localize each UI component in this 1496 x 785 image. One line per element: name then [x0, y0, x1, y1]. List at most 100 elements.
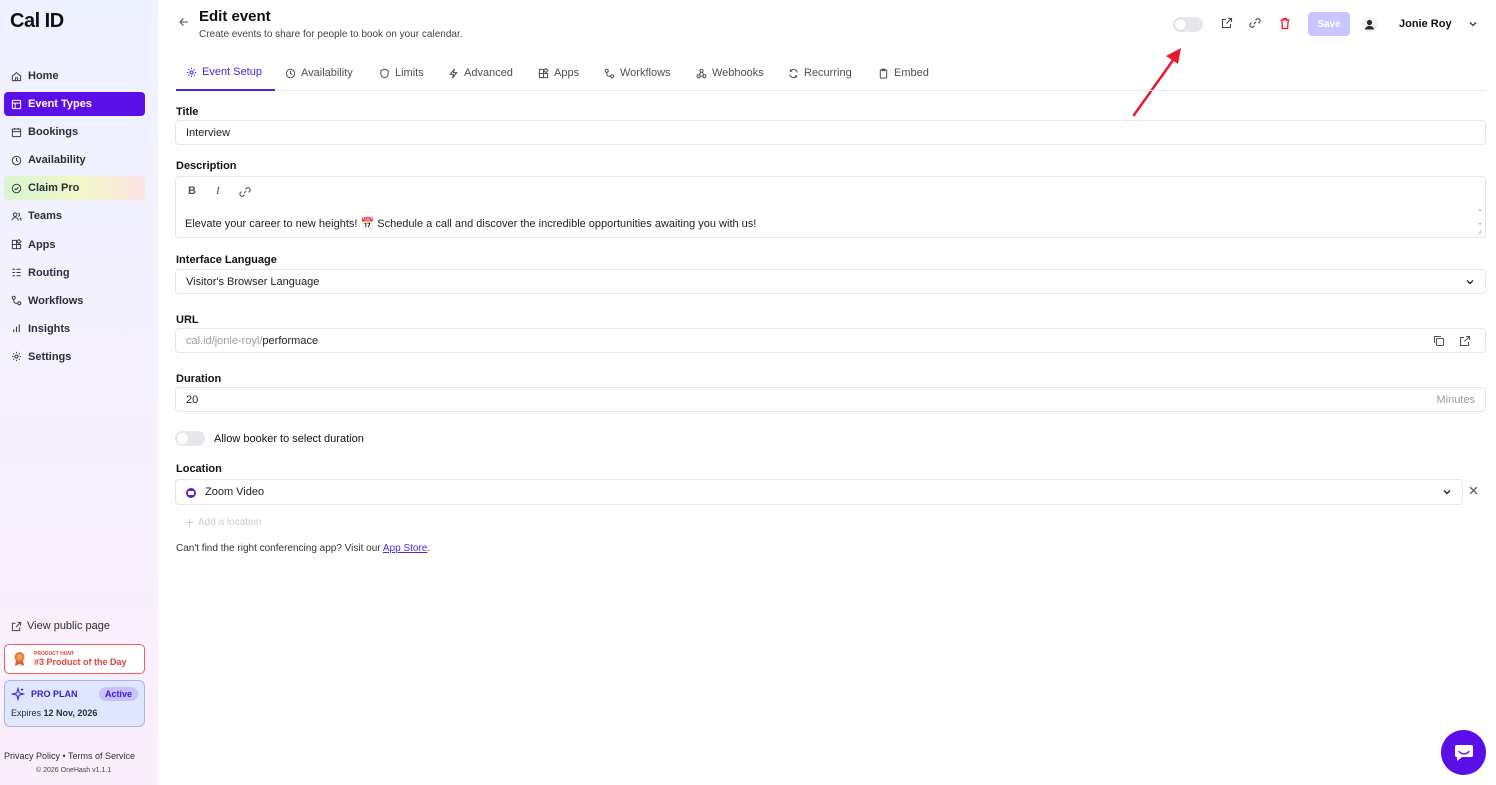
- location-value: Zoom Video: [205, 486, 265, 498]
- workflow-icon: [604, 68, 615, 78]
- zoom-icon: [186, 488, 196, 498]
- tab-availability[interactable]: Availability: [285, 55, 353, 91]
- sidebar-item-insights[interactable]: Insights: [4, 317, 145, 341]
- url-slug[interactable]: performace: [262, 335, 318, 347]
- sidebar-item-label: Teams: [28, 210, 63, 223]
- hidden-toggle[interactable]: [1173, 17, 1203, 32]
- duration-input[interactable]: [186, 388, 1485, 411]
- close-icon[interactable]: [1468, 485, 1479, 496]
- user-name[interactable]: Jonie Roy: [1399, 18, 1452, 30]
- tab-apps[interactable]: Apps: [538, 55, 579, 91]
- view-public-page-link[interactable]: View public page: [11, 620, 110, 632]
- toggle-knob: [1175, 19, 1186, 30]
- tab-label: Advanced: [464, 67, 513, 79]
- chat-support-button[interactable]: [1441, 730, 1486, 775]
- webhook-icon: [696, 68, 707, 78]
- tab-embed[interactable]: Embed: [878, 55, 929, 91]
- sidebar-item-availability[interactable]: Availability: [4, 148, 145, 172]
- app-logo[interactable]: Cal ID: [10, 10, 64, 33]
- terms-of-service-link[interactable]: Terms of Service: [68, 751, 135, 761]
- allow-duration-toggle[interactable]: [175, 431, 205, 446]
- sidebar-item-label: Availability: [28, 154, 86, 167]
- back-arrow-icon[interactable]: [178, 16, 190, 28]
- bold-button[interactable]: B: [188, 185, 196, 197]
- pro-plan-title: PRO PLAN: [31, 689, 78, 699]
- tab-label: Limits: [395, 67, 424, 79]
- sidebar-item-event-types[interactable]: Event Types: [4, 92, 145, 117]
- product-hunt-badge[interactable]: PRODUCT HUNT #3 Product of the Day: [4, 644, 145, 674]
- view-public-page-label: View public page: [27, 620, 110, 632]
- language-label: Interface Language: [176, 254, 277, 266]
- tab-bar: Event Setup Availability Limits Advanced…: [176, 55, 1486, 91]
- privacy-policy-link[interactable]: Privacy Policy: [4, 751, 60, 761]
- tab-workflows[interactable]: Workflows: [604, 55, 671, 91]
- title-input[interactable]: [186, 121, 1485, 144]
- description-text[interactable]: Elevate your career to new heights! 📅 Sc…: [185, 217, 756, 230]
- description-editor[interactable]: B I Elevate your career to new heights! …: [175, 176, 1486, 238]
- product-hunt-rank: #3 Product of the Day: [34, 657, 127, 667]
- copy-icon[interactable]: [1433, 335, 1445, 347]
- external-link-icon[interactable]: [1459, 335, 1471, 347]
- url-label: URL: [176, 314, 199, 326]
- add-location-button[interactable]: Add a location: [185, 517, 261, 528]
- conferencing-hint-text: Can't find the right conferencing app? V…: [176, 543, 381, 554]
- sidebar-item-label: Claim Pro: [28, 182, 80, 195]
- sidebar-item-workflows[interactable]: Workflows: [4, 289, 145, 313]
- tab-label: Webhooks: [712, 67, 764, 79]
- italic-button[interactable]: I: [216, 185, 220, 197]
- location-select[interactable]: Zoom Video: [175, 479, 1463, 505]
- sidebar-item-label: Settings: [28, 350, 72, 363]
- hint-period: .: [427, 543, 431, 554]
- apps-icon: [11, 239, 22, 250]
- duration-field: Minutes: [175, 387, 1486, 412]
- chart-icon: [13, 324, 20, 333]
- clipboard-icon: [879, 68, 888, 79]
- gear-icon: [186, 67, 197, 77]
- legal-links: Privacy Policy • Terms of Service: [4, 751, 149, 761]
- calendar-icon: [11, 127, 22, 137]
- avatar[interactable]: [1362, 17, 1377, 32]
- link-icon[interactable]: [239, 186, 251, 198]
- tab-recurring[interactable]: Recurring: [788, 55, 852, 91]
- sidebar-item-home[interactable]: Home: [4, 64, 145, 88]
- external-link-icon[interactable]: [1221, 17, 1233, 29]
- language-select[interactable]: Visitor's Browser Language: [175, 269, 1486, 294]
- sparkle-icon: [11, 687, 25, 701]
- chevron-down-icon[interactable]: [1468, 19, 1478, 29]
- sidebar-item-label: Event Types: [28, 98, 92, 111]
- legal-separator: •: [62, 751, 66, 761]
- page-subtitle: Create events to share for people to boo…: [199, 29, 463, 40]
- sidebar-item-apps[interactable]: Apps: [4, 233, 145, 257]
- workflow-icon: [11, 295, 22, 306]
- sidebar-item-bookings[interactable]: Bookings: [4, 120, 145, 144]
- sidebar-item-teams[interactable]: Teams: [4, 204, 145, 228]
- location-label: Location: [176, 463, 222, 475]
- trash-icon[interactable]: [1279, 17, 1291, 30]
- apps-icon: [538, 67, 549, 78]
- sidebar-item-label: Insights: [28, 322, 71, 335]
- tab-label: Embed: [894, 67, 929, 79]
- chevron-down-icon: [1466, 280, 1474, 285]
- tab-webhooks[interactable]: Webhooks: [696, 55, 764, 91]
- status-badge: Active: [98, 687, 138, 701]
- resize-handle-icon[interactable]: [1477, 207, 1483, 235]
- link-icon[interactable]: [1249, 17, 1261, 29]
- sidebar-item-label: Routing: [28, 266, 70, 279]
- tab-label: Recurring: [804, 67, 852, 79]
- sidebar-item-routing[interactable]: Routing: [4, 261, 145, 285]
- tab-limits[interactable]: Limits: [379, 55, 424, 91]
- medal-icon: [14, 652, 25, 666]
- save-button[interactable]: Save: [1308, 12, 1350, 36]
- title-field: [175, 120, 1486, 145]
- clock-icon: [285, 68, 296, 78]
- url-field[interactable]: cal.id/jonie-royl/ performace: [175, 328, 1486, 353]
- routing-icon: [12, 268, 21, 277]
- tab-advanced[interactable]: Advanced: [448, 55, 513, 91]
- product-hunt-text: PRODUCT HUNT #3 Product of the Day: [34, 651, 127, 667]
- tab-event-setup[interactable]: Event Setup: [176, 55, 275, 91]
- toggle-knob: [177, 433, 188, 444]
- app-store-link[interactable]: App Store: [383, 543, 427, 554]
- sidebar-item-settings[interactable]: Settings: [4, 345, 145, 369]
- sidebar-item-claim-pro[interactable]: Claim Pro: [4, 176, 145, 201]
- sidebar: Cal ID Home Event Types Bookings Availab…: [0, 0, 158, 785]
